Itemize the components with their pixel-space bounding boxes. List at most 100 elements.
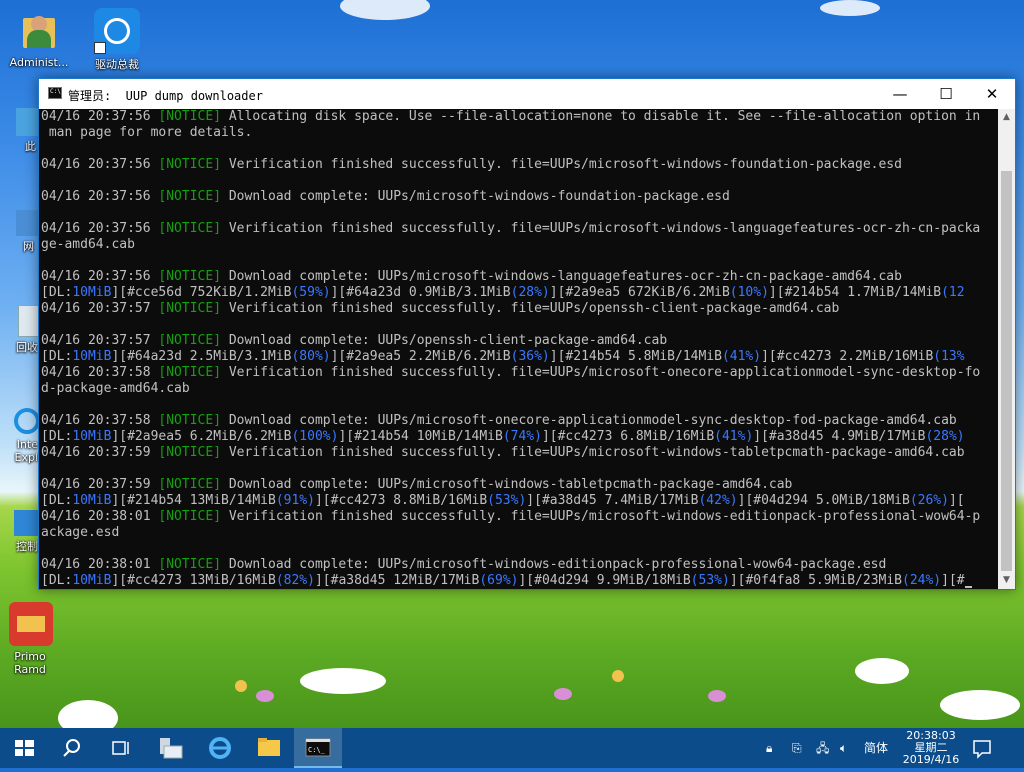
log-message: Download complete: UUPs/openssh-client-p… (221, 333, 668, 348)
lock-icon[interactable]: 🔒︎ (766, 728, 772, 768)
desktop-icon-label: 网 (23, 240, 34, 253)
console-log-line: 04/16 20:37:56 [NOTICE] Download complet… (41, 269, 998, 285)
desktop-icon-label: 此 (25, 140, 36, 153)
log-message: Verification finished successfully. file… (221, 221, 981, 236)
progress-value: (41%) (714, 429, 754, 444)
progress-text: ][#2a9ea5 2.2MiB/6.2MiB (330, 349, 511, 364)
progress-text: ][# (941, 573, 965, 588)
notification-button[interactable] (958, 728, 1006, 768)
progress-value: (42%) (698, 493, 738, 508)
progress-text: ][#04d294 9.9MiB/18MiB (518, 573, 691, 588)
log-timestamp: 04/16 20:37:57 (41, 333, 159, 348)
log-timestamp: 04/16 20:38:01 (41, 557, 159, 572)
user-folder-icon (21, 8, 57, 52)
console-line: d-package-amd64.cab (41, 381, 190, 396)
progress-value: 10MiB (72, 493, 112, 508)
ime-indicator[interactable]: 简体 (864, 728, 888, 768)
progress-text: [DL: (41, 285, 73, 300)
log-message: Download complete: UUPs/microsoft-onecor… (221, 413, 957, 428)
progress-text: [DL: (41, 429, 73, 444)
progress-text: ][#04d294 5.0MiB/18MiB (737, 493, 910, 508)
task-view-button[interactable] (96, 728, 144, 768)
log-level-tag: [NOTICE] (158, 221, 222, 236)
log-message: Allocating disk space. Use --file-alloca… (221, 109, 981, 124)
log-level-tag: [NOTICE] (158, 477, 222, 492)
console-progress-line: [DL:10MiB][#2a9ea5 6.2MiB/6.2MiB(100%)][… (41, 429, 998, 445)
console-output[interactable]: 04/16 20:37:56 [NOTICE] Allocating disk … (39, 109, 998, 589)
volume-icon[interactable]: 🔈︎ (840, 728, 847, 768)
log-level-tag: [NOTICE] (158, 301, 222, 316)
log-message: Verification finished successfully. file… (221, 445, 965, 460)
file-explorer-button[interactable] (244, 728, 292, 768)
progress-text: ][#cc4273 6.8MiB/16MiB (541, 429, 715, 444)
log-level-tag: [NOTICE] (158, 269, 222, 284)
progress-value: (59%) (291, 285, 331, 300)
progress-text: ][#214b54 5.8MiB/14MiB (549, 349, 722, 364)
minimize-button[interactable]: — (877, 79, 923, 109)
window-titlebar[interactable]: 管理员: UUP dump downloader — ☐ ✕ (39, 79, 1015, 109)
log-timestamp: 04/16 20:37:56 (41, 189, 159, 204)
scrollbar-thumb[interactable] (1001, 171, 1012, 571)
desktop-icon-administrator[interactable]: Administ... (0, 8, 78, 69)
log-message: Verification finished successfully. file… (221, 509, 981, 524)
progress-text: ][#2a9ea5 6.2MiB/6.2MiB (111, 429, 292, 444)
driver-tool-icon (94, 8, 140, 54)
progress-text: ][ (948, 493, 965, 508)
log-level-tag: [NOTICE] (158, 157, 222, 172)
desktop-icon-control-panel[interactable]: 控制 (0, 510, 40, 553)
desktop-icon-network[interactable]: 网 (0, 210, 44, 253)
search-button[interactable] (48, 728, 96, 768)
progress-value: 10MiB (72, 349, 112, 364)
vertical-scrollbar[interactable]: ▲ ▼ (998, 109, 1015, 589)
log-timestamp: 04/16 20:37:58 (41, 365, 159, 380)
folder-icon (258, 738, 280, 756)
close-button[interactable]: ✕ (969, 79, 1015, 109)
console-window[interactable]: 管理员: UUP dump downloader — ☐ ✕ 04/16 20:… (38, 78, 1016, 590)
log-level-tag: [NOTICE] (158, 333, 222, 348)
scroll-down-arrow-icon[interactable]: ▼ (998, 572, 1015, 589)
desktop-icon-label: Primo Ramd (14, 650, 46, 676)
log-message: Download complete: UUPs/microsoft-window… (221, 189, 730, 204)
desktop-icon-internet-explorer[interactable]: Inte Expl (0, 408, 40, 464)
network-tray-icon[interactable]: 🖧︎ (816, 728, 829, 768)
scroll-up-arrow-icon[interactable]: ▲ (998, 109, 1015, 126)
desktop-icon-recycle-bin[interactable]: 回收 (0, 305, 42, 354)
log-message: Download complete: UUPs/microsoft-window… (221, 269, 902, 284)
log-level-tag: [NOTICE] (158, 365, 222, 380)
usb-icon[interactable]: ⎘ (792, 728, 802, 768)
log-timestamp: 04/16 20:37:56 (41, 157, 159, 172)
progress-value: (53%) (690, 573, 730, 588)
desktop-icon-primo-ramdisk[interactable]: Primo Ramd (0, 602, 62, 676)
progress-text: ][#214b54 10MiB/14MiB (338, 429, 503, 444)
server-manager-button[interactable] (146, 728, 194, 768)
log-level-tag: [NOTICE] (158, 189, 222, 204)
clock[interactable]: 20:38:03 星期二 2019/4/16 (896, 730, 966, 766)
console-app-icon[interactable] (48, 87, 62, 99)
internet-explorer-icon (209, 737, 231, 759)
log-timestamp: 04/16 20:37:56 (41, 221, 159, 236)
task-view-icon (112, 741, 129, 755)
console-progress-line: [DL:10MiB][#64a23d 2.5MiB/3.1MiB(80%)][#… (41, 349, 998, 365)
progress-value: (41%) (721, 349, 762, 364)
progress-text: ][#cc4273 2.2MiB/16MiB (761, 349, 934, 364)
desktop-icon-driver-tool[interactable]: 驱动总裁 (78, 8, 156, 71)
progress-value: 10MiB (72, 573, 112, 588)
maximize-button[interactable]: ☐ (923, 79, 969, 109)
desktop-icon-this-pc[interactable]: 此 (0, 108, 46, 153)
start-button[interactable] (0, 728, 48, 768)
internet-explorer-button[interactable] (196, 728, 244, 768)
log-level-tag: [NOTICE] (158, 109, 222, 124)
console-progress-line: [DL:10MiB][#cc4273 13MiB/16MiB(82%)][#a3… (41, 573, 998, 589)
desktop-icon-label: 驱动总裁 (95, 58, 139, 71)
search-icon (63, 739, 80, 757)
progress-text: [DL: (41, 493, 73, 508)
progress-text: ][#a38d45 4.9MiB/17MiB (753, 429, 926, 444)
progress-text: [DL: (41, 349, 73, 364)
progress-text: ][#214b54 13MiB/14MiB (111, 493, 276, 508)
console-taskbar-button[interactable]: C:\_ (294, 728, 342, 768)
notification-icon (973, 740, 991, 759)
